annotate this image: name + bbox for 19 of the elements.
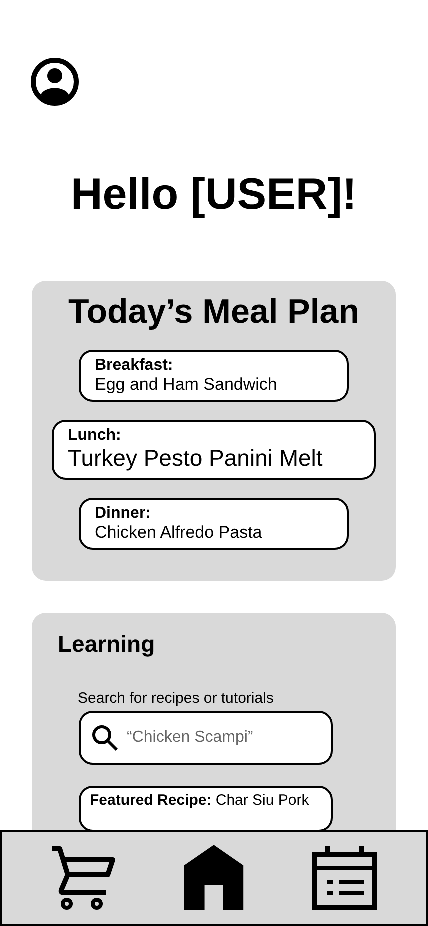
profile-icon[interactable] — [31, 58, 79, 106]
cart-icon[interactable] — [50, 845, 116, 911]
meal-dish: Turkey Pesto Panini Melt — [68, 445, 324, 472]
meal-dish: Egg and Ham Sandwich — [95, 375, 278, 395]
meal-label: Breakfast: — [95, 357, 174, 375]
learning-title: Learning — [58, 631, 156, 658]
greeting-heading: Hello [USER]! — [70, 170, 358, 220]
meal-item[interactable]: Dinner: Chicken Alfredo Pasta — [79, 498, 349, 550]
search-field[interactable]: “Chicken Scampi” — [79, 711, 333, 765]
meal-item[interactable]: Breakfast: Egg and Ham Sandwich — [79, 350, 349, 402]
meal-dish: Chicken Alfredo Pasta — [95, 523, 264, 543]
meal-plan-title: Today’s Meal Plan — [68, 293, 360, 332]
featured-recipe-text: Featured Recipe: Char Siu Pork — [90, 792, 310, 809]
featured-recipe-card[interactable]: Featured Recipe: Char Siu Pork — [79, 786, 333, 832]
calendar-icon[interactable] — [312, 845, 378, 911]
meal-label: Lunch: — [68, 427, 122, 445]
meal-label: Dinner: — [95, 505, 152, 523]
search-label: Search for recipes or tutorials — [78, 690, 274, 707]
meal-item[interactable]: Lunch: Turkey Pesto Panini Melt — [52, 420, 376, 480]
